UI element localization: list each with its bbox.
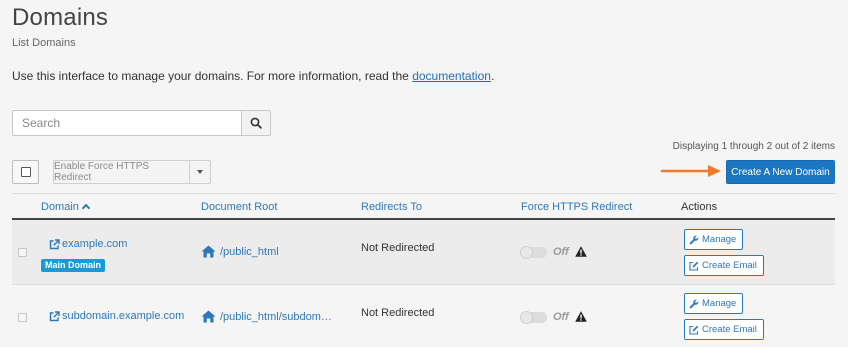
redirect-status: Not Redirected [361, 307, 435, 319]
search-button[interactable] [241, 110, 271, 136]
document-root-path: /public_html/subdom… [220, 310, 332, 323]
force-https-group: Enable Force HTTPS Redirect [53, 160, 211, 184]
select-all-checkbox[interactable] [12, 160, 39, 184]
intro-body: Use this interface to manage your domain… [12, 69, 413, 83]
force-https-status: Off [553, 311, 569, 323]
wrench-icon [689, 235, 699, 244]
force-https-toggle[interactable] [520, 246, 547, 259]
domain-link[interactable]: subdomain.example.com [49, 310, 184, 322]
chevron-down-icon [197, 170, 203, 174]
edit-icon [689, 261, 699, 271]
manage-label: Manage [702, 234, 737, 245]
column-force-https[interactable]: Force HTTPS Redirect [521, 201, 632, 213]
search-input[interactable] [12, 110, 241, 136]
page-title: Domains [12, 4, 109, 31]
enable-force-https-button[interactable]: Enable Force HTTPS Redirect [53, 160, 189, 184]
column-domain-label: Domain [41, 201, 79, 213]
row-checkbox[interactable] [18, 248, 27, 257]
checkbox-box [20, 167, 31, 177]
edit-icon [689, 325, 699, 335]
force-https-status: Off [553, 246, 569, 258]
create-email-label: Create Email [702, 260, 757, 271]
create-email-button[interactable]: Create Email [684, 255, 764, 276]
table-header: Domain Document Root Redirects To Force … [12, 193, 835, 220]
home-icon [201, 245, 216, 258]
domain-name: subdomain.example.com [62, 310, 185, 322]
external-link-icon [49, 238, 60, 249]
table-row: subdomain.example.com /public_html/subdo… [12, 285, 835, 347]
sort-ascending-icon [81, 203, 91, 213]
document-root-link[interactable]: /public_html/subdom… [201, 310, 332, 323]
wrench-icon [689, 299, 699, 308]
manage-button[interactable]: Manage [684, 293, 744, 314]
intro-text: Use this interface to manage your domain… [12, 69, 494, 83]
redirect-status: Not Redirected [361, 242, 435, 254]
create-new-domain-button[interactable]: Create A New Domain [726, 160, 835, 184]
documentation-link[interactable]: documentation [412, 69, 491, 83]
warning-icon [575, 311, 587, 322]
domain-link[interactable]: example.com [49, 238, 127, 250]
arrow-icon [660, 165, 721, 177]
create-email-label: Create Email [702, 324, 757, 335]
toggle-knob [520, 311, 533, 324]
force-https-toggle[interactable] [520, 311, 547, 324]
row-checkbox[interactable] [18, 313, 27, 322]
manage-label: Manage [702, 298, 737, 309]
home-icon [201, 310, 216, 323]
domains-table: Domain Document Root Redirects To Force … [12, 193, 835, 347]
main-domain-badge: Main Domain [41, 259, 106, 272]
column-redirects-to[interactable]: Redirects To [361, 201, 422, 213]
toggle-knob [520, 246, 533, 259]
domain-name: example.com [62, 238, 128, 250]
column-domain[interactable]: Domain [41, 201, 91, 213]
search-bar [12, 110, 271, 136]
table-row: example.com Main Domain /public_html Not… [12, 220, 835, 285]
create-email-button[interactable]: Create Email [684, 319, 764, 340]
column-document-root[interactable]: Document Root [201, 201, 277, 213]
page-subtitle: List Domains [12, 37, 76, 49]
search-icon [250, 117, 262, 129]
external-link-icon [49, 310, 60, 321]
pagination-status: Displaying 1 through 2 out of 2 items [672, 141, 835, 152]
manage-button[interactable]: Manage [684, 229, 744, 250]
document-root-link[interactable]: /public_html [201, 245, 279, 258]
intro-suffix: . [490, 69, 495, 83]
document-root-path: /public_html [220, 245, 279, 258]
force-https-dropdown-toggle[interactable] [189, 160, 211, 184]
column-actions: Actions [681, 201, 718, 213]
warning-icon [575, 246, 587, 257]
